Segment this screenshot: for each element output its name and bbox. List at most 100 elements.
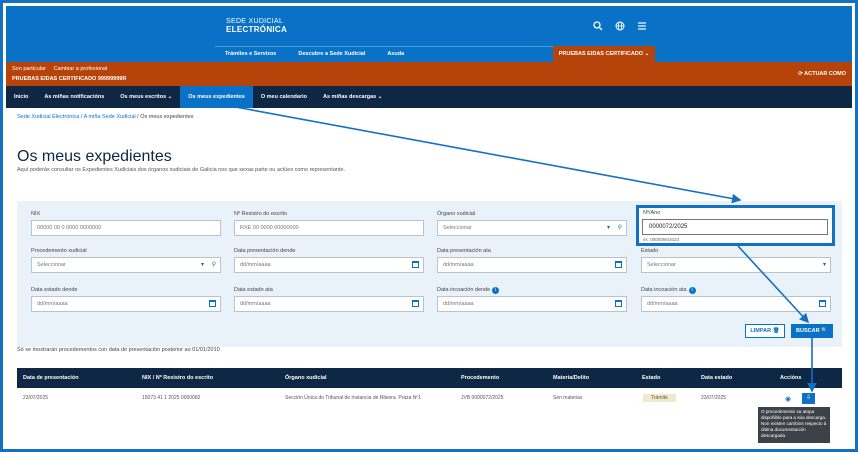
procedemento-value: Seleccionar xyxy=(37,262,66,268)
nav-notificacions[interactable]: As miñas notificacións xyxy=(36,86,112,108)
nix-filter: NIX 00000 00 0 0000 0000000 xyxy=(31,211,221,236)
row-procedemento: JVB 0000072/2025 xyxy=(461,395,504,401)
search-icon[interactable]: ⚲ xyxy=(212,258,216,272)
nix-input[interactable]: 00000 00 0 0000 0000000 xyxy=(31,220,221,236)
brand-line1: SEDE XUDICIAL xyxy=(226,18,284,25)
search-button[interactable]: BUSCAR 🔍 xyxy=(791,324,833,338)
estado-value: Seleccionar xyxy=(647,262,676,268)
col-header-procedemento[interactable]: Procedemento xyxy=(461,368,499,388)
menu-item-tramites[interactable]: Trámites e Servizos xyxy=(225,47,276,62)
estado-label: Estado xyxy=(641,248,659,254)
estado-ata-input[interactable]: dd/mm/aaaa xyxy=(234,296,424,312)
brand-logo[interactable]: SEDE XUDICIAL ELECTRÓNICA xyxy=(226,18,287,34)
organo-value: Seleccionar xyxy=(443,225,472,231)
info-icon[interactable]: i xyxy=(492,287,500,294)
breadcrumb: Sede Xudicial Electrónica / A miña Sede … xyxy=(17,114,193,120)
estado-filter: Estado Seleccionar ▾ xyxy=(641,248,831,273)
download-icon[interactable]: ⇩ xyxy=(802,393,815,404)
estado-ata-filter: Data estado ata dd/mm/aaaa xyxy=(234,287,424,312)
estado-dende-filter: Data estado dende dd/mm/aaaa xyxy=(31,287,221,312)
col-header-data-estado[interactable]: Data estado xyxy=(701,368,732,388)
row-estado-badge: Trámite xyxy=(643,394,676,402)
certificate-button[interactable]: PRUEBAS EIDAS CERTIFICADO ⌄ xyxy=(553,46,655,62)
hamburger-icon[interactable] xyxy=(636,20,648,32)
col-header-accions: Accións xyxy=(780,375,802,381)
organo-select[interactable]: Seleccionar ▾ ⚲ xyxy=(437,220,627,236)
col-header-date[interactable]: Data de presentación xyxy=(23,368,79,388)
estado-dende-label: Data estado dende xyxy=(31,287,78,293)
globe-icon[interactable] xyxy=(614,20,626,32)
estado-select[interactable]: Seleccionar ▾ xyxy=(641,257,831,273)
chevron-down-icon: ▾ xyxy=(606,225,610,231)
chevron-down-icon: ▾ xyxy=(200,262,204,268)
numero-ano-filter: Nº/Ano 0000072/2025 ex. 0000066/2023 xyxy=(636,205,835,246)
col-header-estado[interactable]: Estado xyxy=(642,368,660,388)
estado-dende-input[interactable]: dd/mm/aaaa xyxy=(31,296,221,312)
view-eye-icon[interactable]: ◉ xyxy=(785,395,791,403)
estado-ata-placeholder: dd/mm/aaaa xyxy=(240,301,271,307)
breadcrumb-link[interactable]: Sede Xudicial Electrónica / A miña Sede … xyxy=(17,114,136,120)
incoacion-dende-filter: Data incoación dende i dd/mm/aaaa xyxy=(437,287,627,312)
search-icon[interactable] xyxy=(592,20,604,32)
particular-link[interactable]: Son particular xyxy=(12,66,46,72)
incoacion-dende-label: Data incoación dende xyxy=(437,287,491,293)
header-icons xyxy=(592,20,648,32)
col-header-nix[interactable]: NIX / Nº Rexistro do escrito xyxy=(142,368,213,388)
col-header-organo[interactable]: Órgano xudicial xyxy=(285,368,327,388)
registro-filter: Nº Rexistro do escrito RXE 00 0000 00000… xyxy=(234,211,424,236)
calendar-icon[interactable] xyxy=(819,300,826,307)
chevron-down-icon: ▾ xyxy=(822,262,826,268)
numero-ano-label: Nº/Ano xyxy=(643,210,661,216)
professional-link[interactable]: Cambiar a profesional xyxy=(53,66,107,72)
organo-filter: Órgano xudicial Seleccionar ▾ ⚲ xyxy=(437,211,627,236)
pres-ata-input[interactable]: dd/mm/aaaa xyxy=(437,257,627,273)
col-header-materia[interactable]: Materia/Delito xyxy=(553,368,589,388)
row-materia: Sen materias xyxy=(553,395,583,401)
download-tooltip: O procedemento xa atopa dispoñible para … xyxy=(758,407,830,443)
estado-ata-label: Data estado ata xyxy=(234,287,273,293)
procedemento-filter: Procedemento xudicial Seleccionar ▾ ⚲ xyxy=(31,248,221,273)
calendar-icon[interactable] xyxy=(615,300,622,307)
menu-item-descubre[interactable]: Descubre a Sede Xudicial xyxy=(298,47,365,62)
brand-line2: ELECTRÓNICA xyxy=(226,25,288,34)
calendar-icon[interactable] xyxy=(412,261,419,268)
procedemento-label: Procedemento xudicial xyxy=(31,248,87,254)
results-note: Só se mostrarán procedementos con data d… xyxy=(17,347,220,353)
row-organo: Sección Única do Tribunal de Instancia d… xyxy=(285,395,422,401)
clear-button[interactable]: LIMPAR 🗑 xyxy=(745,324,785,338)
user-bar: Son particular Cambiar a profesional PRU… xyxy=(6,62,852,86)
row-nix: 15073 41 1 2025 0000082 xyxy=(142,395,201,401)
info-icon[interactable]: i xyxy=(688,287,696,294)
procedemento-select[interactable]: Seleccionar ▾ ⚲ xyxy=(31,257,221,273)
search-icon[interactable]: ⚲ xyxy=(618,221,622,235)
estado-dende-placeholder: dd/mm/aaaa xyxy=(37,301,68,307)
act-as-button[interactable]: ⟳ ACTUAR COMO xyxy=(798,71,846,77)
table-header: Data de presentación NIX / Nº Rexistro d… xyxy=(17,368,842,388)
page-title: Os meus expedientes xyxy=(17,148,172,165)
numero-ano-input[interactable]: 0000072/2025 xyxy=(642,219,828,235)
row-date: 23/07/2025 xyxy=(23,395,49,401)
nav-calendario[interactable]: O meu calendario xyxy=(253,86,315,108)
nav-escritos[interactable]: Os meus escritos ⌄ xyxy=(112,86,180,108)
main-nav: Inicio As miñas notificacións Os meus es… xyxy=(6,86,852,108)
incoacion-ata-filter: Data incoación ata i dd/mm/aaaa xyxy=(641,287,831,312)
incoacion-ata-input[interactable]: dd/mm/aaaa xyxy=(641,296,831,312)
nix-label: NIX xyxy=(31,211,41,217)
menu-item-axuda[interactable]: Axuda xyxy=(387,47,404,62)
calendar-icon[interactable] xyxy=(412,300,419,307)
pres-ata-label: Data presentación ata xyxy=(437,248,491,254)
nav-descargas[interactable]: As miñas descargas ⌄ xyxy=(315,86,390,108)
user-certificate: PRUEBAS EIDAS CERTIFICADO 99999999R xyxy=(12,76,127,82)
nav-inicio[interactable]: Inicio xyxy=(6,86,36,108)
pres-ata-filter: Data presentación ata dd/mm/aaaa xyxy=(437,248,627,273)
row-data-estado: 23/07/2025 xyxy=(701,395,727,401)
incoacion-dende-input[interactable]: dd/mm/aaaa xyxy=(437,296,627,312)
numero-ano-hint: ex. 0000066/2023 xyxy=(643,237,680,242)
calendar-icon[interactable] xyxy=(209,300,216,307)
pres-ata-placeholder: dd/mm/aaaa xyxy=(443,262,474,268)
calendar-icon[interactable] xyxy=(615,261,622,268)
registro-input[interactable]: RXE 00 0000 00000000 xyxy=(234,220,424,236)
incoacion-ata-label: Data incoación ata xyxy=(641,287,687,293)
nav-expedientes[interactable]: Os meus expedientes xyxy=(180,86,253,108)
pres-dende-input[interactable]: dd/mm/aaaa xyxy=(234,257,424,273)
